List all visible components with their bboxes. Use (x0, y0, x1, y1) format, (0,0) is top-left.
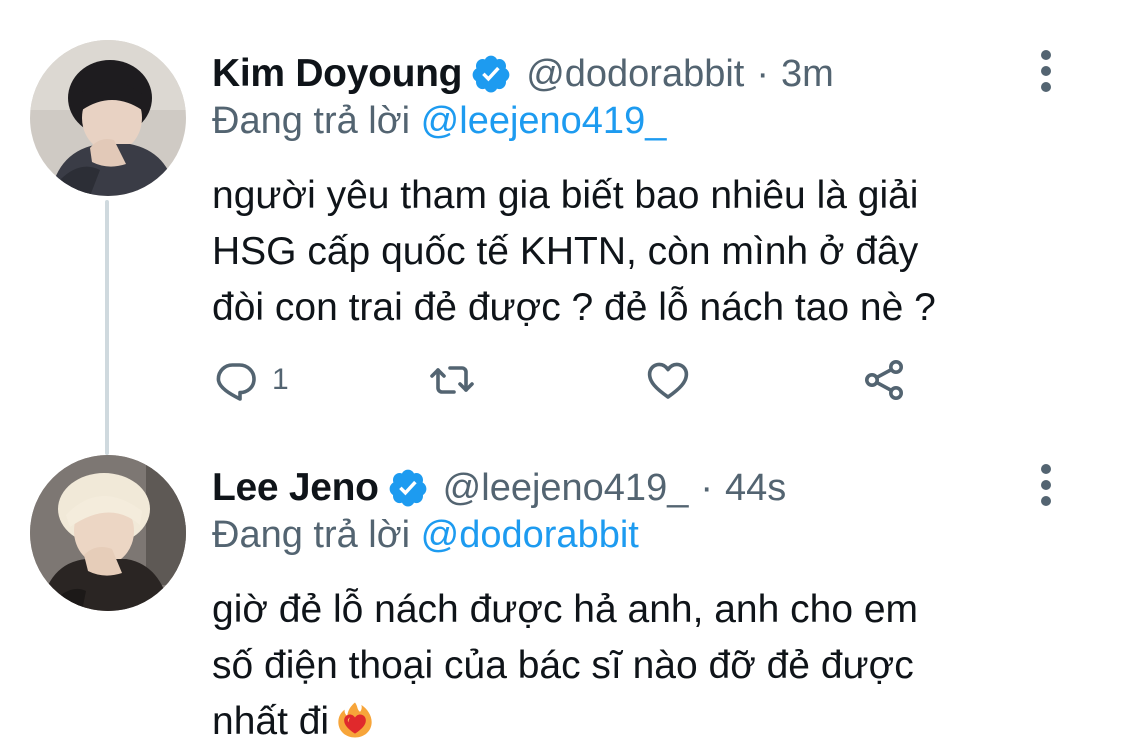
heart-on-fire-emoji (338, 702, 372, 738)
header-separator: · (756, 52, 770, 95)
tweet-lee-jeno[interactable]: Lee Jeno @leejeno419_ · 44s Đang trả lời… (0, 440, 1125, 751)
more-dot (1041, 66, 1051, 76)
tweet-text-line: nhất đi (212, 700, 330, 743)
tweet-text-line-last: nhất đi (212, 694, 1072, 750)
tweet-actions: 1 (0, 354, 1125, 406)
tweet-header: Kim Doyoung @dodorabbit · 3m (212, 48, 834, 100)
share-icon (865, 360, 903, 400)
replying-prefix: Đang trả lời (212, 514, 411, 556)
more-dot (1041, 496, 1051, 506)
verified-badge-icon (472, 55, 510, 93)
replying-to: Đang trả lời @leejeno419_ (212, 100, 666, 143)
more-dot (1041, 464, 1051, 474)
avatar[interactable] (30, 455, 186, 611)
replying-prefix: Đang trả lời (212, 100, 411, 142)
user-handle[interactable]: @dodorabbit (526, 53, 744, 96)
reply-thread: Kim Doyoung @dodorabbit · 3m Đang trả lờ… (0, 0, 1125, 751)
retweet-button[interactable] (428, 354, 476, 406)
replying-mention[interactable]: @dodorabbit (421, 514, 639, 556)
reply-icon (216, 363, 256, 401)
tweet-header: Lee Jeno @leejeno419_ · 44s (212, 462, 786, 514)
more-dot (1041, 480, 1051, 490)
more-vertical-icon[interactable] (1031, 460, 1061, 510)
replying-to: Đang trả lời @dodorabbit (212, 514, 639, 557)
tweet-text: giờ đẻ lỗ nách được hả anh, anh cho em s… (212, 582, 1072, 750)
display-name[interactable]: Kim Doyoung (212, 52, 462, 96)
avatar-photo-kim-doyoung (30, 40, 186, 196)
tweet-text-line: đòi con trai đẻ được ? đẻ lỗ nách tao nè… (212, 286, 936, 329)
avatar-photo-lee-jeno (30, 455, 186, 611)
more-vertical-icon[interactable] (1031, 46, 1061, 96)
timestamp[interactable]: 44s (725, 467, 786, 510)
tweet-text-line: giờ đẻ lỗ nách được hả anh, anh cho em (212, 588, 919, 631)
replying-mention[interactable]: @leejeno419_ (421, 100, 667, 142)
more-dot (1041, 82, 1051, 92)
header-separator: · (700, 466, 713, 509)
retweet-icon (430, 366, 474, 394)
tweet-text: người yêu tham gia biết bao nhiêu là giả… (212, 168, 1072, 336)
heart-icon (647, 362, 689, 399)
more-dot (1041, 50, 1051, 60)
tweet-text-line: người yêu tham gia biết bao nhiêu là giả… (212, 174, 919, 217)
tweet-kim-doyoung[interactable]: Kim Doyoung @dodorabbit · 3m Đang trả lờ… (0, 0, 1125, 440)
verified-badge-icon (389, 469, 427, 507)
like-button[interactable] (644, 354, 692, 406)
timestamp[interactable]: 3m (781, 53, 834, 96)
display-name[interactable]: Lee Jeno (212, 466, 379, 510)
tweet-text-line: số điện thoại của bác sĩ nào đỡ đẻ được (212, 644, 914, 687)
reply-button[interactable]: 1 (212, 354, 289, 406)
share-button[interactable] (860, 354, 908, 406)
user-handle[interactable]: @leejeno419_ (443, 467, 689, 510)
tweet-text-line: HSG cấp quốc tế KHTN, còn mình ở đây (212, 230, 919, 273)
avatar[interactable] (30, 40, 186, 196)
reply-count: 1 (272, 363, 289, 396)
